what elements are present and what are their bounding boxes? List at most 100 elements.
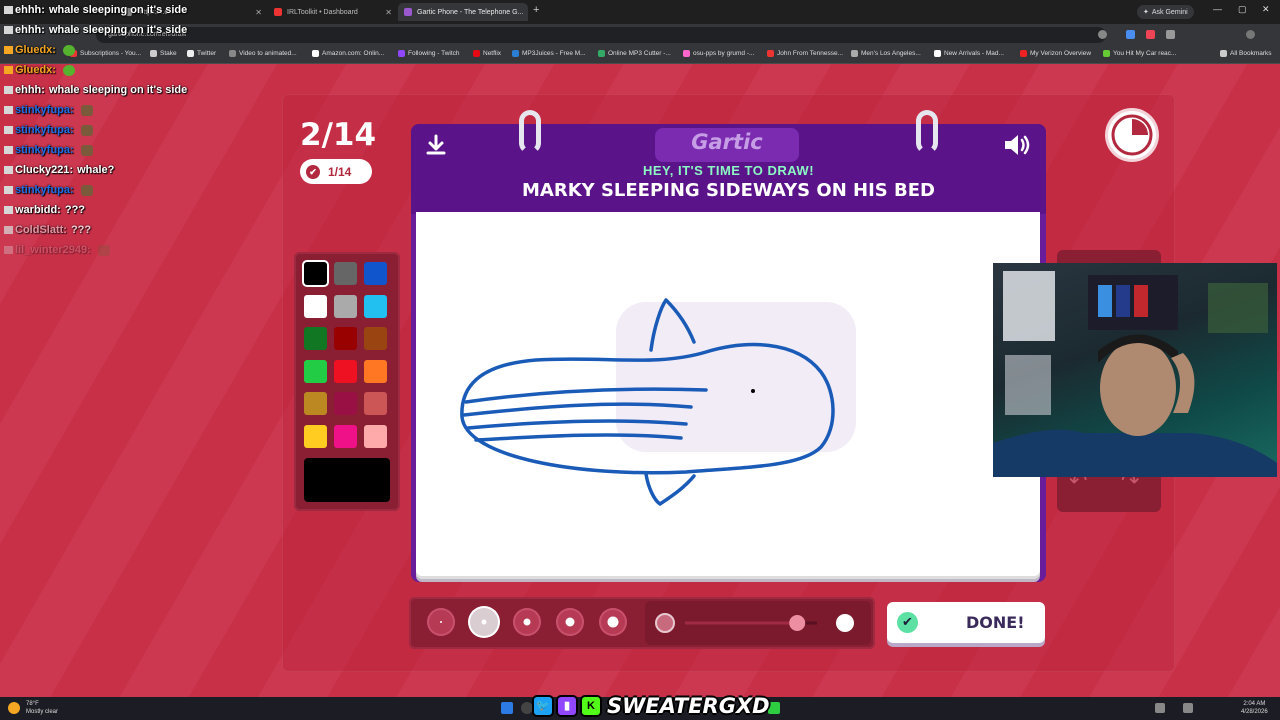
extension-icon[interactable] bbox=[1146, 30, 1155, 39]
brush-dot-icon bbox=[607, 616, 619, 628]
color-swatch[interactable] bbox=[364, 262, 387, 285]
color-swatch[interactable] bbox=[334, 327, 357, 350]
opacity-slider[interactable] bbox=[645, 601, 871, 645]
brush-dot-icon bbox=[523, 618, 531, 626]
bookmark-item[interactable]: Twitter bbox=[187, 50, 216, 57]
bookmark-item[interactable]: Video to animated... bbox=[229, 50, 297, 57]
color-swatch[interactable] bbox=[334, 262, 357, 285]
download-icon[interactable] bbox=[425, 134, 447, 161]
wifi-icon[interactable] bbox=[1155, 703, 1165, 713]
color-swatch[interactable] bbox=[364, 359, 387, 383]
chat-emote-icon bbox=[80, 184, 93, 196]
chat-username[interactable]: warbidd bbox=[15, 204, 57, 216]
tab-favicon-icon bbox=[274, 8, 282, 16]
chat-badge-icon bbox=[4, 226, 13, 234]
profile-avatar[interactable] bbox=[1246, 30, 1255, 39]
browser-tab-active[interactable]: Gartic Phone - The Telephone G... ✕ bbox=[398, 3, 528, 21]
close-icon[interactable]: ✕ bbox=[379, 8, 392, 17]
prompt-subtitle: HEY, IT'S TIME TO DRAW! bbox=[642, 163, 815, 178]
brush-size-button[interactable] bbox=[427, 608, 455, 636]
url-input[interactable]: garticphone.com/en/draw bbox=[96, 27, 1106, 43]
chat-username[interactable]: Gluedx bbox=[15, 64, 52, 76]
bookmark-item[interactable]: Following - Twitch bbox=[398, 50, 460, 57]
chat-username[interactable]: Clucky221 bbox=[15, 164, 69, 176]
bookmark-item[interactable]: MP3Juices - Free M... bbox=[512, 50, 586, 57]
color-swatch[interactable] bbox=[364, 424, 387, 448]
chat-message: stinkyfupa: bbox=[4, 184, 93, 196]
bookmark-item[interactable]: Stake bbox=[150, 50, 177, 57]
drawing-canvas[interactable] bbox=[416, 212, 1040, 576]
chat-username[interactable]: stinkyfupa bbox=[15, 184, 70, 196]
color-swatch[interactable] bbox=[304, 392, 327, 415]
bookmark-item[interactable]: Subscriptions - You... bbox=[70, 50, 141, 57]
brush-dot-icon bbox=[440, 621, 442, 623]
close-window-icon[interactable]: ✕ bbox=[1262, 4, 1270, 15]
chat-message: Gluedx: bbox=[4, 44, 75, 56]
color-swatch[interactable] bbox=[334, 392, 357, 415]
color-swatch[interactable] bbox=[304, 262, 327, 285]
volume-icon[interactable] bbox=[1003, 133, 1031, 162]
round-counter: 2/14 bbox=[300, 117, 377, 153]
chat-username[interactable]: ehhh bbox=[15, 4, 41, 16]
chat-username[interactable]: stinkyfupa bbox=[15, 124, 70, 136]
chat-badge-icon bbox=[4, 46, 13, 54]
chat-colon: : bbox=[70, 104, 74, 116]
star-icon[interactable] bbox=[1098, 30, 1107, 39]
check-icon: ✔ bbox=[306, 164, 320, 179]
chat-message: Clucky221: whale? bbox=[4, 164, 114, 176]
color-swatch[interactable] bbox=[304, 327, 327, 350]
volume-tray-icon[interactable] bbox=[1183, 703, 1193, 713]
windows-start-icon[interactable] bbox=[501, 702, 513, 714]
color-swatch[interactable] bbox=[334, 424, 357, 448]
chat-username[interactable]: ehhh bbox=[15, 84, 41, 96]
color-swatch[interactable] bbox=[304, 424, 327, 448]
chat-username[interactable]: stinkyfupa bbox=[15, 104, 70, 116]
chat-badge-icon bbox=[4, 86, 13, 94]
bookmark-item[interactable]: John From Tennesse... bbox=[767, 50, 843, 57]
bookmark-item[interactable]: Online MP3 Cutter -... bbox=[598, 50, 671, 57]
chat-username[interactable]: stinkyfupa bbox=[15, 144, 70, 156]
extensions-puzzle-icon[interactable] bbox=[1166, 30, 1175, 39]
bookmark-item[interactable]: Netflix bbox=[473, 50, 501, 57]
brush-size-button[interactable] bbox=[556, 608, 584, 636]
brush-size-button[interactable] bbox=[470, 608, 498, 636]
minimize-icon[interactable]: — bbox=[1213, 4, 1222, 14]
color-swatch[interactable] bbox=[364, 327, 387, 350]
binder-ring bbox=[519, 110, 541, 154]
bookmark-item[interactable]: You Hit My Car reac... bbox=[1103, 50, 1176, 57]
close-icon[interactable]: ✕ bbox=[249, 8, 262, 17]
chat-colon: : bbox=[41, 24, 45, 36]
new-tab-icon[interactable]: + bbox=[533, 4, 539, 16]
close-icon[interactable]: ✕ bbox=[523, 8, 528, 17]
bookmark-item[interactable]: osu-pps by grumd -... bbox=[683, 50, 754, 57]
bookmark-item[interactable]: Amazon.com: Onlin... bbox=[312, 50, 384, 57]
color-swatch[interactable] bbox=[334, 359, 357, 383]
brush-size-button[interactable] bbox=[599, 608, 627, 636]
chat-username[interactable]: ColdSlatt bbox=[15, 224, 63, 236]
browser-tab[interactable]: IRLToolkit • Dashboard ✕ bbox=[268, 3, 398, 21]
chat-username[interactable]: ehhh bbox=[15, 24, 41, 36]
color-swatch[interactable] bbox=[364, 294, 387, 318]
bookmark-item[interactable]: My Verizon Overview bbox=[1020, 50, 1091, 57]
brush-size-button[interactable] bbox=[513, 608, 541, 636]
color-swatch[interactable] bbox=[304, 294, 327, 318]
chat-colon: : bbox=[52, 44, 56, 56]
chat-username[interactable]: Gluedx bbox=[15, 44, 52, 56]
done-button[interactable]: ✔ DONE! bbox=[887, 602, 1045, 643]
color-swatch[interactable] bbox=[334, 294, 357, 318]
chat-message: ehhh: whale sleeping on it's side bbox=[4, 84, 187, 96]
bookmark-item[interactable]: Men's Los Angeles... bbox=[851, 50, 921, 57]
extension-icon[interactable] bbox=[1126, 30, 1135, 39]
ask-gemini-button[interactable]: ✦ Ask Gemini bbox=[1137, 5, 1194, 19]
bookmark-item[interactable]: New Arrivals - Mad... bbox=[934, 50, 1004, 57]
chat-badge-icon bbox=[4, 126, 13, 134]
weather-widget[interactable]: 78°F Mostly clear bbox=[26, 700, 58, 716]
color-swatch[interactable] bbox=[304, 359, 327, 383]
color-swatch[interactable] bbox=[364, 392, 387, 415]
chat-username[interactable]: lil_winter2949 bbox=[15, 244, 87, 256]
maximize-icon[interactable]: ▢ bbox=[1238, 4, 1247, 15]
kick-icon: K bbox=[580, 694, 602, 717]
tab-label: IRLToolkit • Dashboard bbox=[287, 8, 358, 16]
all-bookmarks-button[interactable]: All Bookmarks bbox=[1220, 50, 1272, 57]
taskbar-clock[interactable]: 2:04 AM 4/28/2026 bbox=[1241, 700, 1268, 716]
